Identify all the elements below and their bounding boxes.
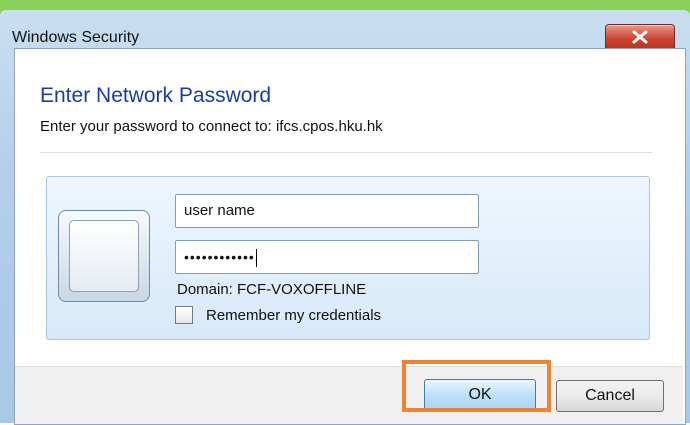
remember-checkbox[interactable] (175, 306, 193, 324)
remember-label[interactable]: Remember my credentials (206, 307, 381, 324)
username-field[interactable]: user name (175, 194, 479, 228)
window-title: Windows Security (12, 29, 140, 46)
password-field[interactable]: •••••••••••• (175, 240, 479, 274)
dialog-subtext: Enter your password to connect to: ifcs.… (40, 118, 383, 135)
domain-label: Domain: FCF-VOXOFFLINE (177, 281, 367, 298)
password-value: •••••••••••• (184, 249, 255, 265)
text-caret (255, 249, 257, 268)
user-tile-frame (69, 220, 139, 292)
user-tile-icon (58, 210, 150, 302)
ok-button-highlight (402, 360, 551, 412)
dialog-heading: Enter Network Password (40, 84, 272, 107)
close-icon (632, 30, 648, 44)
username-value: user name (184, 202, 255, 219)
cancel-button[interactable]: Cancel (556, 380, 664, 412)
divider (40, 152, 652, 153)
title-bar[interactable]: Windows Security (0, 10, 690, 52)
